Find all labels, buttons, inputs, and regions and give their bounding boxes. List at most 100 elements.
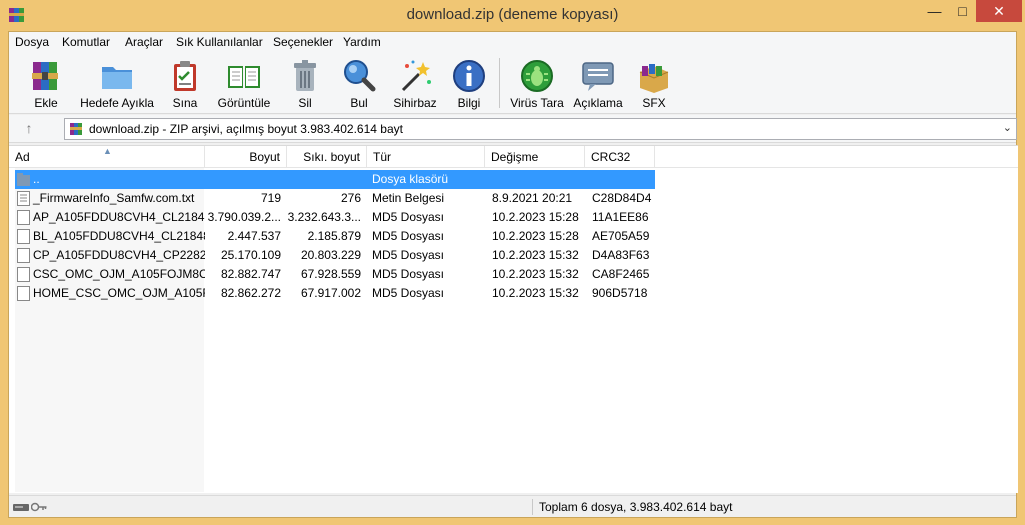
status-bar: Toplam 6 dosya, 3.983.402.614 bayt: [9, 495, 1016, 517]
file-name: BL_A105FDDU8CVH4_CL21848...: [33, 229, 205, 243]
column-crc[interactable]: CRC32: [585, 146, 655, 168]
wizard-button[interactable]: Sihirbaz: [390, 54, 440, 112]
drive-icon[interactable]: [13, 501, 29, 513]
up-arrow-icon[interactable]: ↑: [19, 120, 39, 138]
file-type: Dosya klasörü: [372, 172, 449, 186]
file-modified: 10.2.2023 15:32: [492, 248, 579, 262]
file-size: 82.862.272: [220, 286, 281, 300]
file-packed-size: 276: [340, 191, 361, 205]
column-header: ▲ Ad Boyut Sıkı. boyut Tür Değişme CRC32: [9, 146, 1018, 168]
file-modified: 10.2.2023 15:28: [492, 210, 579, 224]
menu-options[interactable]: Seçenekler: [273, 35, 333, 49]
comment-label: Açıklama: [573, 96, 623, 110]
file-packed-size: 2.185.879: [307, 229, 361, 243]
virus-scan-button[interactable]: Virüs Tara: [509, 54, 565, 112]
column-size-label: Boyut: [249, 150, 280, 164]
file-packed-size: 20.803.229: [300, 248, 361, 262]
file-modified: 10.2.2023 15:32: [492, 286, 579, 300]
column-name-label: Ad: [15, 150, 30, 164]
key-icon[interactable]: [31, 501, 47, 513]
address-text: download.zip - ZIP arşivi, açılmış boyut…: [89, 122, 403, 136]
view-button[interactable]: Görüntüle: [214, 54, 274, 112]
maximize-button[interactable]: □: [948, 0, 977, 22]
file-row[interactable]: CP_A105FDDU8CVH4_CP2282... 25.170.109 20…: [15, 246, 655, 265]
file-list[interactable]: ▲ Ad Boyut Sıkı. boyut Tür Değişme CRC32…: [9, 145, 1018, 493]
parent-folder-row[interactable]: .. Dosya klasörü: [15, 170, 655, 189]
chevron-down-icon[interactable]: ⌄: [1003, 121, 1012, 134]
file-type: MD5 Dosyası: [372, 229, 445, 243]
file-packed-size: 3.232.643.3...: [287, 210, 361, 224]
virus-scan-icon: [521, 60, 553, 92]
info-label: Bilgi: [457, 96, 481, 110]
file-crc: CA8F2465: [592, 267, 650, 281]
file-name: CP_A105FDDU8CVH4_CP2282...: [33, 248, 205, 262]
add-button[interactable]: Ekle: [21, 54, 71, 112]
info-button[interactable]: Bilgi: [449, 54, 489, 112]
toolbar-separator: [499, 58, 500, 108]
file-crc: D4A83F63: [592, 248, 650, 262]
extract-folder-icon: [102, 67, 132, 89]
menu-favorites[interactable]: Sık Kullanılanlar: [176, 35, 263, 49]
file-name: AP_A105FDDU8CVH4_CL21848...: [33, 210, 205, 224]
column-packed-size[interactable]: Sıkı. boyut: [287, 146, 367, 168]
view-label: Görüntüle: [217, 96, 271, 110]
delete-button[interactable]: Sil: [285, 54, 325, 112]
status-text: Toplam 6 dosya, 3.983.402.614 bayt: [539, 500, 733, 514]
sfx-box-icon: [639, 64, 669, 93]
file-modified: 8.9.2021 20:21: [492, 191, 573, 205]
winrar-window: download.zip (deneme kopyası) — □ ✕ Dosy…: [0, 0, 1025, 525]
file-row[interactable]: _FirmwareInfo_Samfw.com.txt 719 276 Meti…: [15, 189, 655, 208]
wizard-label: Sihirbaz: [393, 96, 437, 110]
menu-commands[interactable]: Komutlar: [62, 35, 110, 49]
menu-file[interactable]: Dosya: [15, 35, 49, 49]
find-label: Bul: [350, 96, 368, 110]
file-row[interactable]: HOME_CSC_OMC_OJM_A105F... 82.862.272 67.…: [15, 284, 655, 303]
minimize-button[interactable]: —: [920, 0, 949, 22]
menu-bar: Dosya Komutlar Araçlar Sık Kullanılanlar…: [9, 32, 1016, 52]
column-name[interactable]: ▲ Ad: [9, 146, 205, 168]
file-name: _FirmwareInfo_Samfw.com.txt: [33, 191, 195, 205]
file-packed-size: 67.917.002: [300, 286, 361, 300]
file-row[interactable]: BL_A105FDDU8CVH4_CL21848... 2.447.537 2.…: [15, 227, 655, 246]
menu-tools[interactable]: Araçlar: [125, 35, 163, 49]
delete-trash-icon: [294, 60, 316, 91]
sfx-button[interactable]: SFX: [634, 54, 674, 112]
file-type: Metin Belgesi: [372, 191, 445, 205]
archive-icon: [70, 123, 82, 135]
close-button[interactable]: ✕: [976, 0, 1022, 22]
add-label: Ekle: [34, 96, 58, 110]
window-title: download.zip (deneme kopyası): [406, 6, 619, 23]
wizard-wand-icon: [401, 60, 431, 92]
comment-button[interactable]: Açıklama: [572, 54, 624, 112]
column-modified-label: Değişme: [491, 150, 539, 164]
status-separator: [532, 499, 533, 515]
delete-label: Sil: [298, 96, 312, 110]
file-name: HOME_CSC_OMC_OJM_A105F...: [33, 286, 205, 300]
file-type: MD5 Dosyası: [372, 286, 445, 300]
view-book-icon: [228, 66, 260, 88]
file-crc: AE705A59: [592, 229, 650, 243]
file-row[interactable]: AP_A105FDDU8CVH4_CL21848... 3.790.039.2.…: [15, 208, 655, 227]
sfx-label: SFX: [642, 96, 666, 110]
column-type[interactable]: Tür: [367, 146, 485, 168]
column-crc-label: CRC32: [591, 150, 631, 164]
address-bar: ↑ download.zip - ZIP arşivi, açılmış boy…: [9, 115, 1017, 143]
column-size[interactable]: Boyut: [205, 146, 287, 168]
file-row[interactable]: CSC_OMC_OJM_A105FOJM8C... 82.882.747 67.…: [15, 265, 655, 284]
virus-scan-label: Virüs Tara: [510, 96, 564, 110]
address-field[interactable]: download.zip - ZIP arşivi, açılmış boyut…: [64, 118, 1017, 140]
title-bar[interactable]: download.zip (deneme kopyası) — □ ✕: [0, 0, 1025, 31]
extract-to-button[interactable]: Hedefe Ayıkla: [77, 54, 157, 112]
column-modified[interactable]: Değişme: [485, 146, 585, 168]
test-button[interactable]: Sına: [165, 54, 205, 112]
column-packed-label: Sıkı. boyut: [303, 150, 360, 164]
file-size: 2.447.537: [227, 229, 281, 243]
find-button[interactable]: Bul: [339, 54, 379, 112]
extract-to-label: Hedefe Ayıkla: [80, 96, 154, 110]
file-packed-size: 67.928.559: [300, 267, 361, 281]
info-icon: [453, 60, 485, 92]
find-magnifier-icon: [344, 60, 376, 92]
file-modified: 10.2.2023 15:28: [492, 229, 579, 243]
test-label: Sına: [172, 96, 198, 110]
menu-help[interactable]: Yardım: [343, 35, 381, 49]
